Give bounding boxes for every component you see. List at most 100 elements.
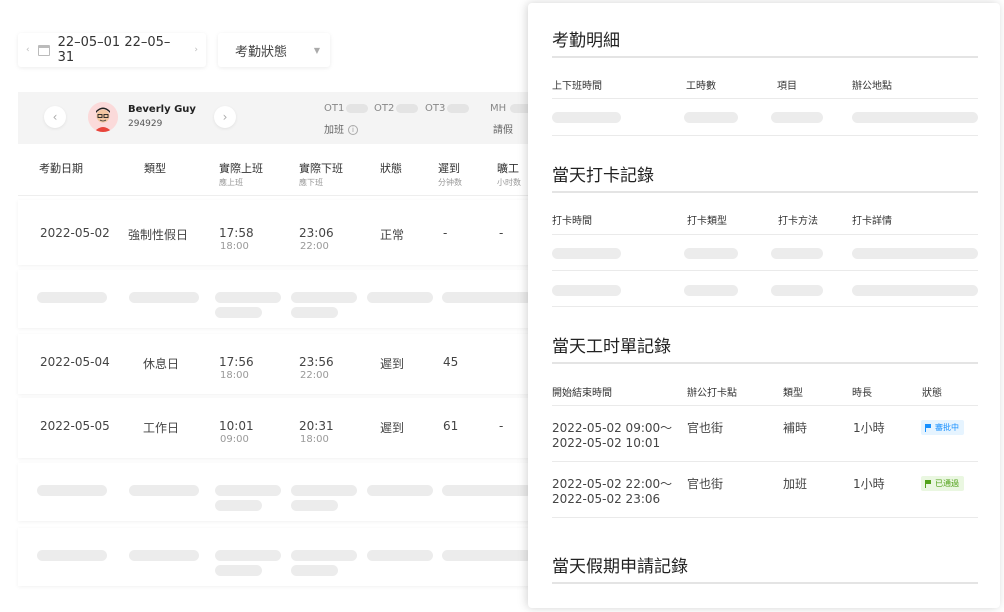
column-header-punch-detail: 打卡詳情 xyxy=(852,216,892,227)
row-type: 休息日 xyxy=(143,357,180,371)
row-actual-out: 23:06 xyxy=(299,226,334,240)
column-header-punch-location: 辦公打卡點 xyxy=(687,388,737,399)
row-absent: - xyxy=(499,226,504,240)
column-header-actual-out: 實際下班 xyxy=(299,162,343,175)
chevron-left-icon: ‹ xyxy=(52,110,58,124)
section-title-leave-records: 當天假期申請記錄 xyxy=(552,557,688,577)
chevron-right-icon[interactable]: › xyxy=(194,45,198,55)
ot2-value-placeholder xyxy=(396,104,418,113)
ot2-label: OT2 xyxy=(374,103,395,114)
section-title-attendance-detail: 考勤明細 xyxy=(552,31,620,51)
attendance-status-select[interactable]: 考勤狀態 ▼ xyxy=(218,33,330,67)
timesheet-type: 加班 xyxy=(783,477,808,491)
row-actual-out: 20:31 xyxy=(299,419,334,433)
column-subheader-late-minutes: 分钟数 xyxy=(438,178,462,187)
row-late: 61 xyxy=(443,419,459,433)
flag-icon xyxy=(925,479,931,488)
timesheet-duration: 1小時 xyxy=(853,421,885,435)
status-badge-label: 已通過 xyxy=(935,479,959,488)
row-sched-in: 18:00 xyxy=(220,370,249,381)
column-header-punch-time: 打卡時間 xyxy=(552,216,592,227)
column-subheader-sched-in: 應上班 xyxy=(219,178,243,187)
avatar xyxy=(88,102,118,132)
overtime-label: 加班 xyxy=(324,125,344,136)
date-range-picker[interactable]: ‹ 22–05–01 22–05–31 › xyxy=(18,33,206,67)
table-row-skeleton xyxy=(18,463,558,521)
row-actual-out: 23:56 xyxy=(299,355,334,369)
table-row-skeleton xyxy=(18,270,558,328)
row-status: 遲到 xyxy=(380,357,405,371)
column-header-punch-method: 打卡方法 xyxy=(778,216,818,227)
row-late: 45 xyxy=(443,355,459,369)
timesheet-location: 官也街 xyxy=(687,477,724,491)
ot1-value-placeholder xyxy=(346,104,368,113)
column-header-actual-in: 實際上班 xyxy=(219,162,263,175)
section-divider xyxy=(552,582,978,584)
row-sched-out: 22:00 xyxy=(300,241,329,252)
row-status: 正常 xyxy=(380,228,405,242)
attendance-table-header: 考勤日期 類型 實際上班 應上班 實際下班 應下班 狀態 遲到 分钟数 曠工 小… xyxy=(18,146,558,196)
column-header-timesheet-type: 類型 xyxy=(783,388,803,399)
column-header-work-time: 上下班時間 xyxy=(552,81,602,92)
employee-name: Beverly Guy xyxy=(128,104,196,115)
ot1-label: OT1 xyxy=(324,103,345,114)
timesheet-start: 2022-05-02 09:00～ xyxy=(552,421,673,435)
filter-bar: ‹ 22–05–01 22–05–31 › 考勤狀態 ▼ xyxy=(18,33,330,67)
table-row[interactable]: 2022-05-02 強制性假日 17:58 18:00 23:06 22:00… xyxy=(18,200,558,265)
info-icon[interactable]: i xyxy=(348,125,358,135)
row-sched-in: 09:00 xyxy=(220,434,249,445)
column-subheader-absent-hours: 小时数 xyxy=(497,178,521,187)
employee-id: 294929 xyxy=(128,119,163,129)
column-header-punch-type: 打卡類型 xyxy=(687,216,727,227)
column-subheader-sched-out: 應下班 xyxy=(299,178,323,187)
status-badge: 審批中 xyxy=(921,420,964,435)
section-divider xyxy=(552,56,978,58)
attendance-detail-panel: 考勤明細 上下班時間 工時數 項目 辦公地點 當天打卡記錄 打卡時間 打卡類型 … xyxy=(528,3,1000,608)
timesheet-type: 補時 xyxy=(783,421,808,435)
timesheet-end: 2022-05-02 23:06 xyxy=(552,492,661,506)
prev-employee-button[interactable]: ‹ xyxy=(44,106,66,128)
ot3-value-placeholder xyxy=(447,104,469,113)
row-date: 2022-05-02 xyxy=(40,226,110,240)
leave-label: 請假 xyxy=(493,125,513,136)
column-header-start-end-time: 開始結束時間 xyxy=(552,388,612,399)
row-status: 遲到 xyxy=(380,421,405,435)
row-actual-in: 17:58 xyxy=(219,226,254,240)
row-type: 工作日 xyxy=(143,421,180,435)
timesheet-end: 2022-05-02 10:01 xyxy=(552,436,661,450)
column-header-office-location: 辦公地點 xyxy=(852,81,892,92)
date-range-value: 22–05–01 22–05–31 xyxy=(57,35,171,65)
flag-icon xyxy=(925,423,931,432)
column-header-absent: 曠工 xyxy=(497,162,519,175)
table-row[interactable]: 2022-05-04 休息日 17:56 18:00 23:56 22:00 遲… xyxy=(18,334,558,394)
column-header-work-hours: 工時數 xyxy=(686,81,716,92)
row-actual-in: 10:01 xyxy=(219,419,254,433)
status-select-placeholder: 考勤狀態 xyxy=(235,44,288,60)
calendar-icon xyxy=(37,44,50,56)
chevron-right-icon: › xyxy=(222,110,228,124)
row-sched-in: 18:00 xyxy=(220,241,249,252)
timesheet-location: 官也街 xyxy=(687,421,724,435)
column-header-late: 遲到 xyxy=(438,162,460,175)
column-header-item: 項目 xyxy=(777,81,797,92)
ot3-label: OT3 xyxy=(425,103,446,114)
row-date: 2022-05-05 xyxy=(40,419,110,433)
table-row[interactable]: 2022-05-05 工作日 10:01 09:00 20:31 18:00 遲… xyxy=(18,398,558,458)
chevron-left-icon[interactable]: ‹ xyxy=(26,45,30,55)
overtime-summary: 加班 i xyxy=(324,121,358,136)
section-divider xyxy=(552,362,978,364)
column-header-timesheet-status: 狀態 xyxy=(922,388,942,399)
column-header-date: 考勤日期 xyxy=(39,162,83,175)
status-badge-label: 審批中 xyxy=(935,423,959,432)
column-header-duration: 時長 xyxy=(852,388,872,399)
timesheet-start: 2022-05-02 22:00～ xyxy=(552,477,673,491)
column-header-status: 狀態 xyxy=(380,162,402,175)
employee-bar: ‹ Beverly Guy 294929 › OT1 OT2 OT3 MH 加班… xyxy=(18,92,558,144)
row-absent: - xyxy=(499,419,504,433)
chevron-down-icon: ▼ xyxy=(313,45,320,55)
next-employee-button[interactable]: › xyxy=(214,106,236,128)
section-title-punch-records: 當天打卡記錄 xyxy=(552,166,654,186)
row-type: 強制性假日 xyxy=(128,228,189,242)
row-sched-out: 18:00 xyxy=(300,434,329,445)
section-divider xyxy=(552,191,978,193)
